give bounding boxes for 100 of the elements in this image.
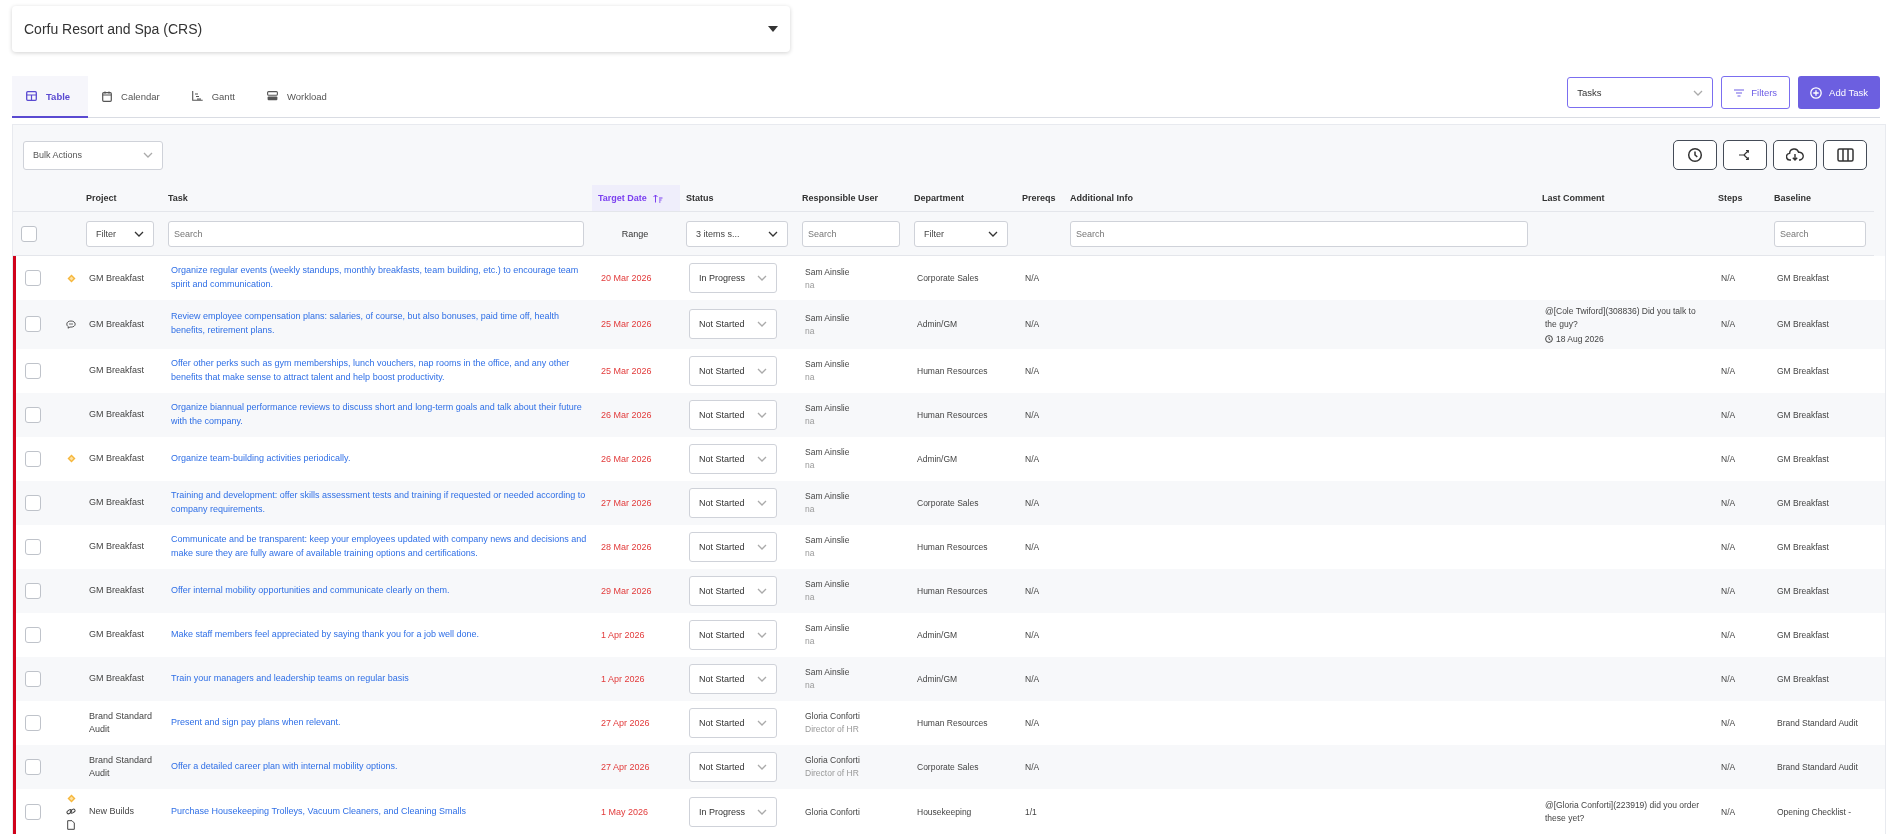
toolbar-button[interactable]	[1823, 140, 1867, 170]
row-checkbox[interactable]	[25, 714, 41, 731]
status-dropdown[interactable]: In Progress	[689, 263, 777, 293]
target-date: 28 Mar 2026	[601, 541, 652, 552]
department-name: Housekeeping	[917, 806, 972, 817]
row-checkbox[interactable]	[25, 362, 41, 379]
baseline-name: GM Breakfast	[1777, 541, 1829, 552]
user-name: Sam Ainslie	[805, 623, 850, 633]
row-checkbox[interactable]	[25, 670, 41, 687]
task-link[interactable]: Organize regular events (weekly standups, monthly breakfasts, team building, etc.) to encourage team spirit and communication.	[171, 264, 589, 292]
project-name: GM Breakfast	[89, 628, 144, 641]
row-checkbox[interactable]	[25, 270, 41, 286]
select-all-checkbox[interactable]	[21, 225, 37, 242]
row-checkbox[interactable]	[25, 450, 41, 467]
row-checkbox[interactable]	[25, 582, 41, 599]
column-header[interactable]: Last Comment	[1536, 185, 1712, 212]
user-name: Sam Ainslie	[805, 359, 850, 369]
target-date: 20 Mar 2026	[601, 273, 652, 283]
task-link[interactable]: Offer internal mobility opportunities and communicate clearly on them.	[171, 583, 450, 598]
toolbar-button[interactable]	[1773, 140, 1817, 170]
target-date: 27 Apr 2026	[601, 717, 650, 728]
status-dropdown[interactable]: Not Started	[689, 309, 777, 340]
filter-dropdown[interactable]: Filter	[86, 220, 154, 247]
comment-text: @[Cole Twiford](308836) Did you talk to the guy?	[1545, 305, 1697, 331]
row-checkbox[interactable]	[25, 316, 41, 333]
search-field[interactable]: Search	[168, 220, 584, 247]
column-header[interactable]: Prereqs	[1016, 185, 1064, 212]
view-tab[interactable]: Gantt	[177, 76, 253, 118]
status-dropdown[interactable]: Not Started	[689, 355, 777, 386]
column-header[interactable]: Task	[162, 185, 592, 212]
steps-value: N/A	[1721, 273, 1736, 283]
property-dropdown[interactable]: Corfu Resort and Spa (CRS)	[12, 6, 790, 52]
prereqs-value: N/A	[1025, 365, 1040, 376]
column-header[interactable]: Responsible User	[796, 185, 908, 212]
toolbar-button[interactable]	[1723, 140, 1767, 170]
user-name: Gloria Conforti	[805, 755, 860, 765]
search-field[interactable]: Search	[1070, 220, 1528, 247]
chevron-down-icon	[757, 367, 767, 374]
view-tab[interactable]: Calendar	[88, 76, 178, 118]
user-title: na	[805, 279, 815, 290]
project-name: GM Breakfast	[89, 364, 144, 377]
status-dropdown[interactable]: Not Started	[689, 399, 777, 430]
task-link[interactable]: Present and sign pay plans when relevant.	[171, 715, 341, 730]
view-tab[interactable]: Table	[12, 76, 89, 118]
column-header[interactable]: Project	[80, 185, 162, 212]
status-dropdown[interactable]: In Progress	[689, 796, 777, 827]
column-header[interactable]: Additional Info	[1064, 185, 1536, 212]
filter-dropdown[interactable]: 3 items s...	[686, 220, 788, 247]
bulk-actions-dropdown[interactable]: Bulk Actions	[23, 140, 163, 170]
task-link[interactable]: Organize biannual performance reviews to discuss short and long-term goals and talk about their future with the company.	[171, 400, 589, 429]
filters-button[interactable]: Filters	[1721, 76, 1791, 109]
task-link[interactable]: Organize team-building activities periodically.	[171, 451, 351, 466]
status-dropdown[interactable]: Not Started	[689, 531, 777, 562]
task-link[interactable]: Training and development: offer skills assessment tests and training if requested or needed according to company requirements.	[171, 488, 589, 517]
row-checkbox[interactable]	[25, 406, 41, 423]
chevron-down-icon	[757, 719, 767, 726]
target-date: 29 Mar 2026	[601, 585, 652, 596]
task-link[interactable]: Make staff members feel appreciated by saying thank you for a job well done.	[171, 627, 479, 642]
task-link[interactable]: Offer a detailed career plan with internal mobility options.	[171, 759, 398, 774]
baseline-name: Opening Checklist -	[1777, 806, 1852, 817]
search-field[interactable]: Search	[802, 220, 900, 247]
status-dropdown[interactable]: Not Started	[689, 707, 777, 738]
user-name: Sam Ainslie	[805, 447, 850, 457]
add-task-button[interactable]: Add Task	[1798, 76, 1880, 109]
steps-value: N/A	[1721, 585, 1736, 596]
status-dropdown[interactable]: Not Started	[689, 575, 777, 606]
view-tab[interactable]: Workload	[252, 76, 345, 118]
row-checkbox[interactable]	[25, 538, 41, 555]
range-filter[interactable]: Range	[621, 228, 649, 239]
baseline-name: GM Breakfast	[1777, 273, 1829, 283]
steps-value: N/A	[1721, 365, 1736, 376]
steps-value: N/A	[1721, 453, 1736, 464]
view-dropdown[interactable]: Tasks	[1567, 77, 1714, 108]
column-header[interactable]: Status	[680, 185, 796, 212]
task-link[interactable]: Review employee compensation plans: salaries, of course, but also bonuses, paid time off, health benefits, retirement plans.	[171, 310, 589, 339]
task-link[interactable]: Communicate and be transparent: keep your employees updated with company news and decisions and make sure they are fully aware of available training options and certifications.	[171, 532, 589, 561]
status-dropdown[interactable]: Not Started	[689, 751, 777, 782]
department-name: Corporate Sales	[917, 761, 979, 772]
row-checkbox[interactable]	[25, 494, 41, 511]
column-header[interactable]: Baseline	[1768, 185, 1874, 212]
plus-circle-icon	[1810, 86, 1823, 99]
status-dropdown[interactable]: Not Started	[689, 443, 777, 474]
task-link[interactable]: Train your managers and leadership teams on regular basis	[171, 671, 409, 686]
toolbar-button[interactable]	[1673, 140, 1717, 170]
status-dropdown[interactable]: Not Started	[689, 619, 777, 650]
row-checkbox[interactable]	[25, 803, 41, 820]
column-header[interactable]: Department	[908, 185, 1016, 212]
task-link[interactable]: Purchase Housekeeping Trolleys, Vacuum Cleaners, and Cleaning Smalls	[171, 804, 466, 819]
row-checkbox[interactable]	[25, 626, 41, 643]
chevron-down-icon	[757, 411, 767, 418]
column-header[interactable]: Target Date	[592, 185, 680, 212]
column-header[interactable]: Steps	[1712, 185, 1768, 212]
row-checkbox[interactable]	[25, 758, 41, 775]
task-link[interactable]: Offer other perks such as gym memberships, lunch vouchers, nap rooms in the office, and any other benefits that make sense to attract talent and help boost productivity.	[171, 356, 589, 385]
chevron-down-icon	[757, 631, 767, 638]
status-dropdown[interactable]: Not Started	[689, 487, 777, 518]
search-field[interactable]: Search	[1774, 220, 1866, 247]
project-name: New Builds	[89, 805, 135, 818]
status-dropdown[interactable]: Not Started	[689, 663, 777, 694]
filter-dropdown[interactable]: Filter	[914, 220, 1008, 247]
